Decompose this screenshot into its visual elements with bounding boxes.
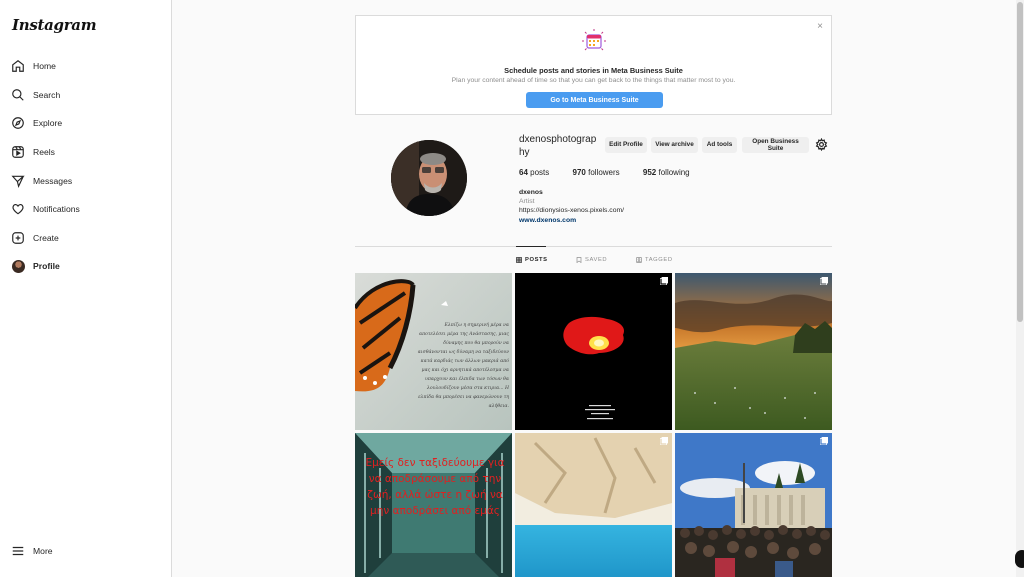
post-caption-overlay: Ελπίζω η σημερινή μέρα να αποτελέσει μέρ… — [417, 323, 509, 409]
tab-posts[interactable]: POSTS — [516, 257, 548, 263]
sidebar-nav: Home Search Explore Reels Messages Notif… — [0, 52, 172, 281]
go-to-business-suite-button[interactable]: Go to Meta Business Suite — [526, 92, 663, 108]
post-thumbnail[interactable]: Ελπίζω η σημερινή μέρα να αποτελέσει μέρ… — [355, 273, 512, 430]
post-thumbnail[interactable] — [515, 433, 672, 577]
tab-tagged[interactable]: TAGGED — [636, 257, 673, 263]
profile-stats: 64 posts 970 followers 952 following — [519, 168, 711, 177]
multiple-posts-icon — [660, 437, 668, 445]
business-suite-banner: × Schedule posts and stories in Meta Bus… — [355, 15, 832, 115]
ad-tools-button[interactable]: Ad tools — [702, 137, 737, 153]
posts-stat: 64 posts — [519, 168, 550, 177]
sidebar: Instagram Home Search Explore Reels Mess… — [0, 0, 172, 577]
bio-category: Artist — [519, 198, 535, 206]
tabs-divider — [355, 246, 832, 247]
sidebar-item-search[interactable]: Search — [0, 81, 172, 110]
bio-text-link: https://dionysios-xenos.pixels.com/ — [519, 207, 625, 215]
bookmark-icon — [576, 257, 582, 263]
sidebar-item-explore[interactable]: Explore — [0, 109, 172, 138]
heart-icon — [11, 202, 25, 216]
messages-floating-button[interactable] — [1015, 550, 1024, 568]
sidebar-item-create[interactable]: Create — [0, 224, 172, 253]
search-icon — [11, 88, 25, 102]
banner-subtitle: Plan your content ahead of time so that … — [451, 77, 736, 84]
multiple-posts-icon — [660, 277, 668, 285]
sidebar-item-label: Create — [33, 232, 59, 243]
grid-icon — [516, 257, 522, 263]
gear-icon[interactable] — [815, 138, 828, 151]
following-stat[interactable]: 952 following — [643, 168, 690, 177]
sidebar-item-label: Profile — [33, 261, 60, 272]
sidebar-item-messages[interactable]: Messages — [0, 166, 172, 195]
post-thumbnail[interactable]: Εμείς δεν ταξιδεύουμε για να αποδράσουμε… — [355, 433, 512, 577]
close-icon[interactable]: × — [817, 21, 823, 32]
sidebar-item-label: Reels — [33, 147, 55, 158]
bio-website-link[interactable]: www.dxenos.com — [519, 216, 624, 225]
active-tab-indicator — [516, 246, 546, 247]
post-thumbnail[interactable] — [675, 433, 832, 577]
profile-avatar[interactable] — [391, 140, 467, 216]
sidebar-item-label: Notifications — [33, 204, 80, 215]
compass-icon — [11, 116, 25, 130]
multiple-posts-icon — [820, 437, 828, 445]
sidebar-item-label: Search — [33, 89, 61, 100]
avatar — [11, 259, 25, 273]
profile-bio: dxenos Artist https://dionysios-xenos.pi… — [519, 188, 624, 225]
sidebar-item-label: Explore — [33, 118, 63, 129]
tag-person-icon — [636, 257, 642, 263]
post-caption-overlay: Εμείς δεν ταξιδεύουμε για να αποδράσουμε… — [365, 457, 505, 517]
post-thumbnail[interactable] — [515, 273, 672, 430]
sidebar-item-more[interactable]: More — [11, 544, 53, 558]
sidebar-item-label: More — [33, 546, 53, 556]
sidebar-item-label: Messages — [33, 175, 73, 186]
menu-icon — [11, 544, 25, 558]
profile-username: dxenosphotography — [519, 134, 597, 158]
instagram-logo[interactable]: Instagram — [12, 16, 97, 34]
sidebar-item-profile[interactable]: Profile — [0, 252, 172, 281]
post-thumbnail[interactable] — [675, 273, 832, 430]
reels-icon — [11, 145, 25, 159]
scrollbar-thumb[interactable] — [1017, 2, 1023, 322]
sidebar-item-label: Home — [33, 61, 56, 72]
banner-title: Schedule posts and stories in Meta Busin… — [504, 66, 683, 75]
main-content: × Schedule posts and stories in Meta Bus… — [172, 0, 1016, 577]
open-business-suite-button[interactable]: Open Business Suite — [742, 137, 809, 153]
paper-plane-icon — [11, 174, 25, 188]
sidebar-item-reels[interactable]: Reels — [0, 138, 172, 167]
calendar-icon — [582, 29, 606, 51]
sidebar-item-home[interactable]: Home — [0, 52, 172, 81]
bio-name: dxenos — [519, 189, 543, 196]
multiple-posts-icon — [820, 277, 828, 285]
plus-square-icon — [11, 231, 25, 245]
tab-saved[interactable]: SAVED — [576, 257, 607, 263]
sidebar-item-notifications[interactable]: Notifications — [0, 195, 172, 224]
view-archive-button[interactable]: View archive — [651, 137, 698, 153]
followers-stat[interactable]: 970 followers — [573, 168, 620, 177]
home-icon — [11, 59, 25, 73]
edit-profile-button[interactable]: Edit Profile — [605, 137, 647, 153]
